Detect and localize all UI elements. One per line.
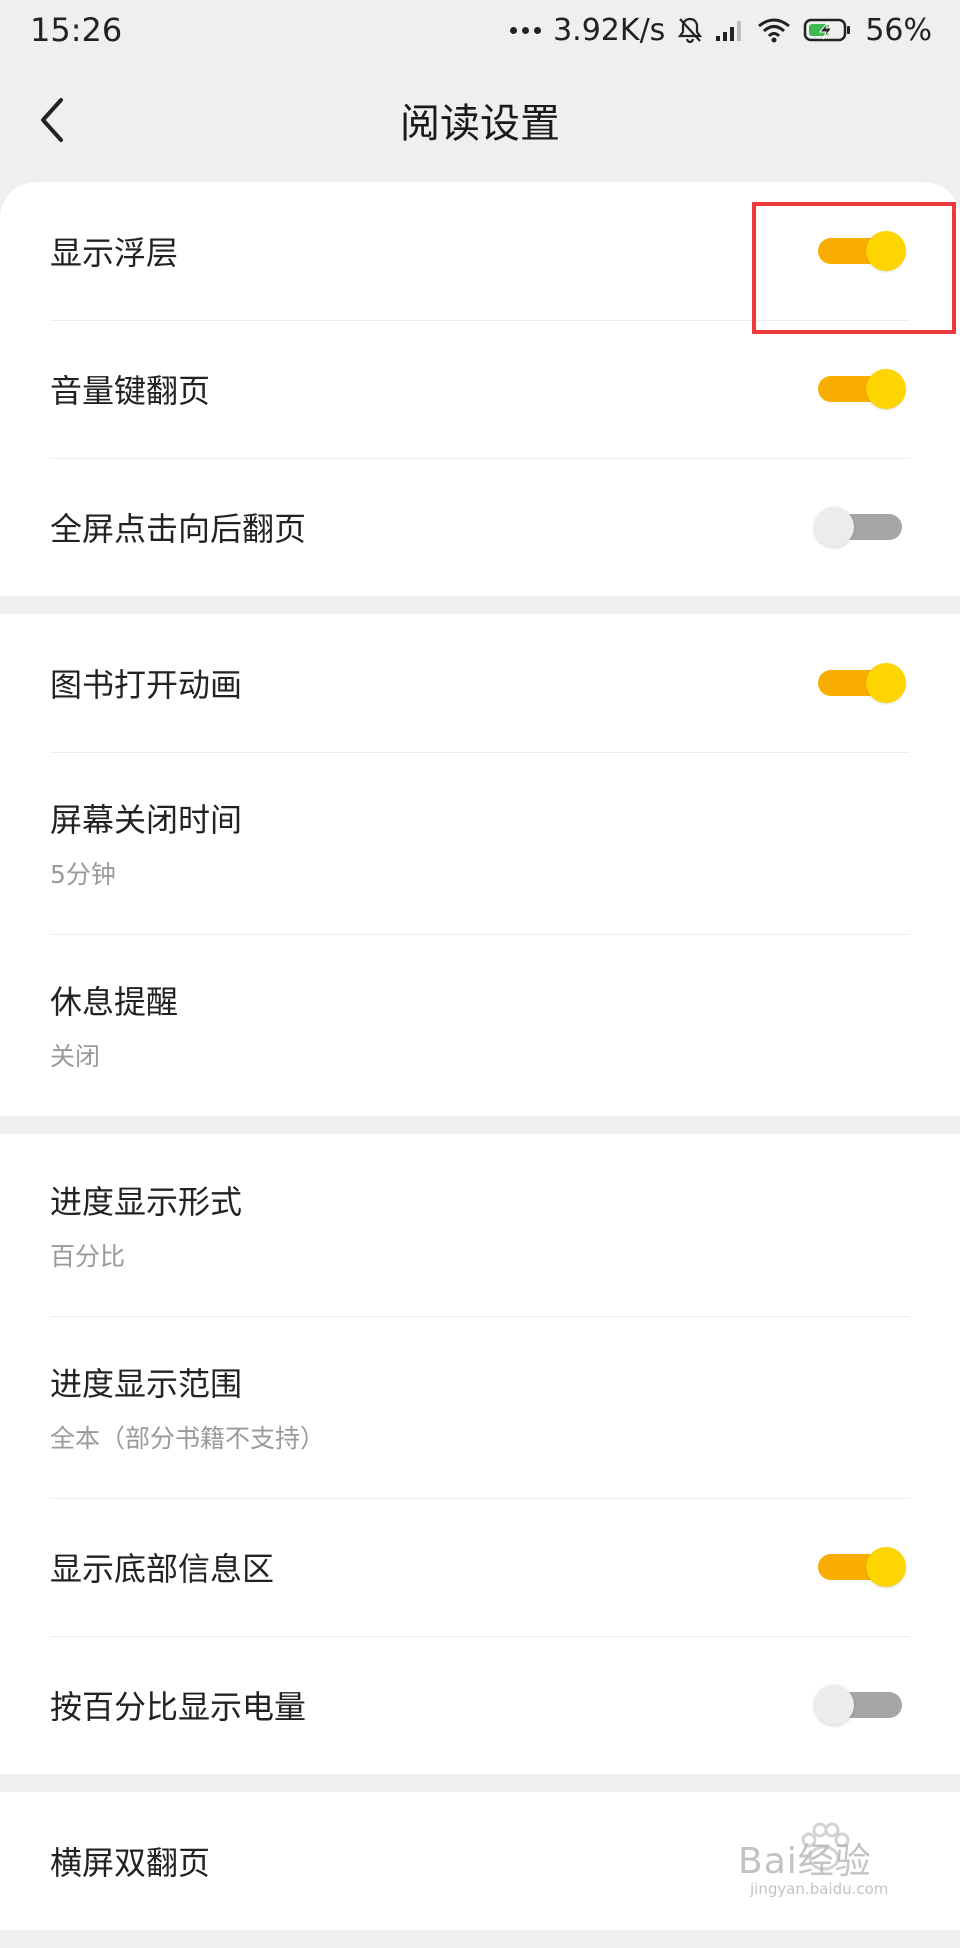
fullscreen-tap-forward-toggle[interactable] (814, 507, 902, 547)
setting-progress-range[interactable]: 进度显示范围 全本（部分书籍不支持） (0, 1316, 960, 1498)
status-indicators: 3.92K/s 56% (510, 13, 932, 48)
setting-label: 进度显示形式 (50, 1183, 243, 1221)
page-title: 阅读设置 (400, 101, 560, 147)
setting-book-open-animation[interactable]: 图书打开动画 (0, 614, 960, 752)
back-button[interactable] (20, 88, 84, 152)
setting-value: 5分钟 (50, 860, 116, 889)
setting-value: 全本（部分书籍不支持） (50, 1424, 326, 1453)
setting-landscape-double-page[interactable]: 横屏双翻页 (0, 1792, 960, 1930)
setting-volume-key-turn[interactable]: 音量键翻页 (0, 320, 960, 458)
setting-label: 屏幕关闭时间 (50, 801, 243, 839)
setting-label: 按百分比显示电量 (50, 1688, 307, 1726)
setting-rest-reminder[interactable]: 休息提醒 关闭 (0, 934, 960, 1116)
setting-progress-format[interactable]: 进度显示形式 百分比 (0, 1134, 960, 1316)
setting-battery-percent[interactable]: 按百分比显示电量 (0, 1636, 960, 1774)
volume-key-turn-toggle[interactable] (818, 369, 906, 409)
status-bar: 15:26 3.92K/s 56% (0, 0, 960, 60)
setting-label: 休息提醒 (50, 983, 179, 1021)
settings-section: 显示浮层 音量键翻页 全屏点击向后翻页 (0, 182, 960, 596)
more-notifications-icon (510, 26, 542, 34)
battery-charging-icon (803, 17, 853, 43)
setting-label: 图书打开动画 (50, 666, 243, 704)
settings-section: 进度显示形式 百分比 进度显示范围 全本（部分书籍不支持） 显示底部信息区 按百… (0, 1134, 960, 1774)
signal-icon (715, 18, 745, 42)
network-speed: 3.92K/s (553, 12, 666, 48)
settings-section: 图书打开动画 屏幕关闭时间 5分钟 休息提醒 关闭 (0, 614, 960, 1116)
setting-value: 关闭 (50, 1042, 101, 1071)
setting-show-bottom-info[interactable]: 显示底部信息区 (0, 1498, 960, 1636)
setting-label: 音量键翻页 (50, 372, 211, 410)
setting-label: 进度显示范围 (50, 1365, 243, 1403)
setting-show-overlay[interactable]: 显示浮层 (0, 182, 960, 320)
setting-fullscreen-tap-forward[interactable]: 全屏点击向后翻页 (0, 458, 960, 596)
battery-percent-toggle[interactable] (814, 1685, 902, 1725)
show-bottom-info-toggle[interactable] (818, 1547, 906, 1587)
show-overlay-toggle[interactable] (818, 231, 906, 271)
book-open-animation-toggle[interactable] (818, 663, 906, 703)
status-time: 15:26 (30, 11, 123, 49)
battery-level: 56% (865, 12, 932, 48)
setting-value: 百分比 (50, 1242, 126, 1271)
header: 阅读设置 (0, 60, 960, 180)
chevron-left-icon (41, 98, 63, 142)
setting-screen-off-time[interactable]: 屏幕关闭时间 5分钟 (0, 752, 960, 934)
settings-list: 显示浮层 音量键翻页 全屏点击向后翻页 图书打开动画 屏幕关闭时间 5分钟 休息… (0, 182, 960, 1948)
setting-label: 全屏点击向后翻页 (50, 510, 307, 548)
wifi-icon (757, 17, 791, 43)
settings-section: 横屏双翻页 (0, 1792, 960, 1930)
silent-bell-icon (677, 16, 703, 44)
setting-label: 横屏双翻页 (50, 1844, 211, 1882)
setting-label: 显示底部信息区 (50, 1550, 275, 1588)
setting-label: 显示浮层 (50, 234, 179, 272)
